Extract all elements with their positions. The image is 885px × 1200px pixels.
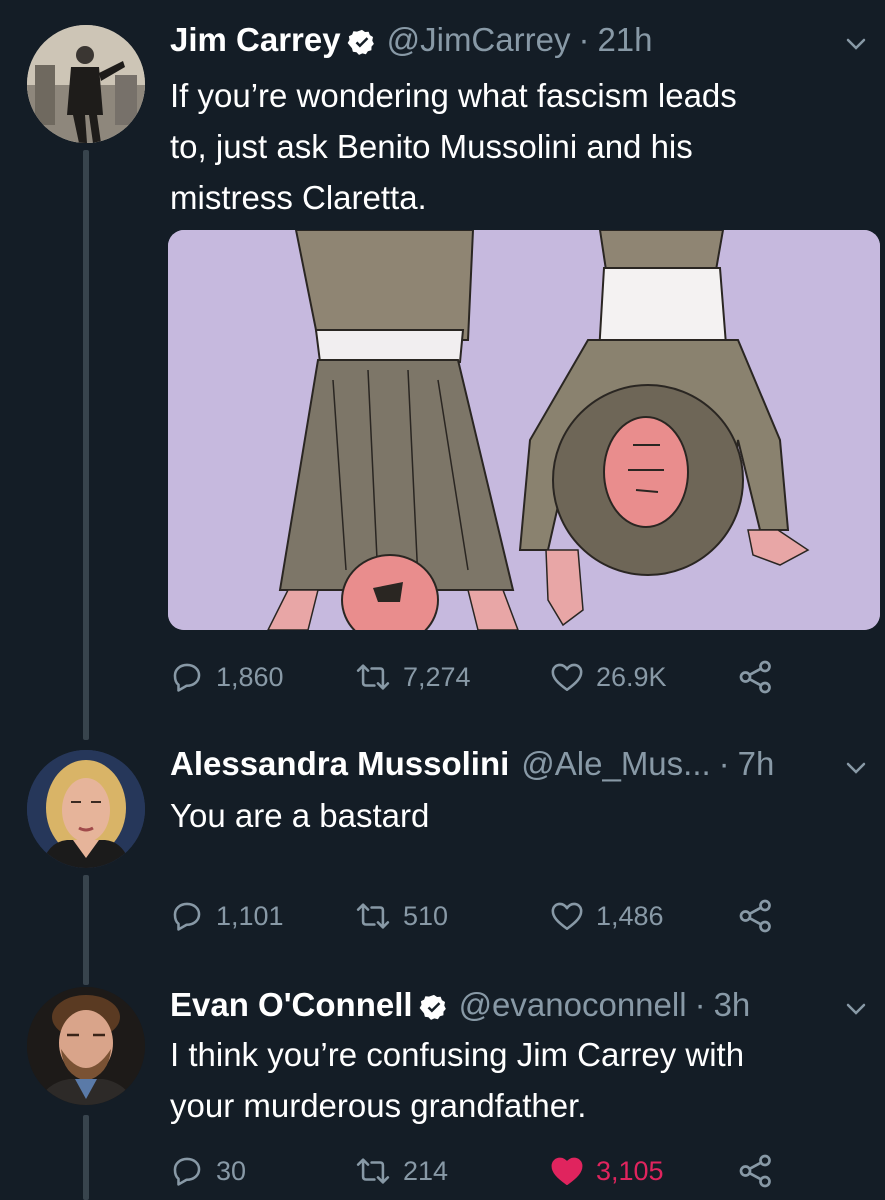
reply-count: 1,101 <box>216 900 284 931</box>
reply-count: 1,860 <box>216 661 284 692</box>
avatar[interactable] <box>27 25 145 143</box>
verified-badge-icon <box>419 990 449 1020</box>
retweet-icon <box>356 903 390 929</box>
tweet-jim-carrey[interactable]: Jim Carrey @JimCarrey · 21h If you’re wo… <box>0 0 885 720</box>
share-icon[interactable] <box>738 1153 774 1189</box>
tweet-text-line: your murderous grandfather. <box>170 1087 587 1124</box>
avatar-image <box>27 25 145 143</box>
reply-button[interactable]: 30 <box>170 1151 246 1191</box>
like-icon <box>551 902 583 931</box>
like-icon <box>551 1157 583 1186</box>
tweet-text-line: If you’re wondering what fascism leads <box>170 77 737 114</box>
tweet-text-line: to, just ask Benito Mussolini and his <box>170 128 693 165</box>
timestamp[interactable]: 7h <box>738 742 775 786</box>
timestamp[interactable]: 3h <box>714 983 751 1027</box>
like-count: 26.9K <box>596 661 667 692</box>
tweet-actions: 30 214 3,105 <box>170 1151 810 1191</box>
chevron-down-icon[interactable] <box>845 33 867 55</box>
tweet-media-image[interactable] <box>168 230 880 630</box>
display-name[interactable]: Evan O'Connell <box>170 983 413 1027</box>
tweet-header: Jim Carrey @JimCarrey · 21h <box>170 18 825 62</box>
avatar-image <box>27 987 145 1105</box>
tweet-text: You are a bastard <box>170 790 860 841</box>
reply-count: 30 <box>216 1155 247 1186</box>
like-count: 3,105 <box>596 1155 664 1186</box>
retweet-count: 214 <box>403 1155 449 1186</box>
like-icon <box>551 663 583 692</box>
like-button[interactable]: 3,105 <box>550 1151 664 1191</box>
handle[interactable]: @Ale_Mus... <box>521 742 710 786</box>
separator: · <box>718 745 730 782</box>
timestamp[interactable]: 21h <box>597 18 652 62</box>
display-name[interactable]: Alessandra Mussolini <box>170 742 509 786</box>
display-name[interactable]: Jim Carrey <box>170 18 341 62</box>
avatar[interactable] <box>27 750 145 868</box>
retweet-count: 7,274 <box>403 661 471 692</box>
reply-icon <box>173 663 201 692</box>
tweet-actions: 1,860 7,274 26.9K <box>170 657 810 697</box>
tweet-header: Evan O'Connell @evanoconnell · 3h <box>170 983 825 1027</box>
reply-button[interactable]: 1,860 <box>170 657 284 697</box>
like-button[interactable]: 26.9K <box>550 657 667 697</box>
tweet-evan-oconnell[interactable]: Evan O'Connell @evanoconnell · 3h I thin… <box>0 975 885 1200</box>
retweet-button[interactable]: 510 <box>355 896 448 936</box>
tweet-text-line: mistress Claretta. <box>170 179 427 216</box>
handle[interactable]: @JimCarrey <box>387 18 571 62</box>
retweet-count: 510 <box>403 900 449 931</box>
illustration <box>168 230 880 630</box>
share-icon[interactable] <box>738 898 774 934</box>
separator: · <box>578 21 590 58</box>
reply-button[interactable]: 1,101 <box>170 896 284 936</box>
chevron-down-icon[interactable] <box>845 757 867 779</box>
reply-icon <box>173 1157 201 1186</box>
tweet-text: If you’re wondering what fascism leads t… <box>170 70 860 223</box>
separator: · <box>694 986 706 1023</box>
tweet-actions: 1,101 510 1,486 <box>170 896 810 936</box>
retweet-button[interactable]: 214 <box>355 1151 448 1191</box>
retweet-button[interactable]: 7,274 <box>355 657 471 697</box>
chevron-down-icon[interactable] <box>845 998 867 1020</box>
avatar[interactable] <box>27 987 145 1105</box>
share-icon[interactable] <box>738 659 774 695</box>
tweet-alessandra-mussolini[interactable]: Alessandra Mussolini @Ale_Mus... · 7h Yo… <box>0 720 885 975</box>
tweet-text-line: I think you’re confusing Jim Carrey with <box>170 1036 745 1073</box>
reply-icon <box>173 902 201 931</box>
tweet-header: Alessandra Mussolini @Ale_Mus... · 7h <box>170 742 825 786</box>
like-count: 1,486 <box>596 900 664 931</box>
tweet-text-line: You are a bastard <box>170 797 430 834</box>
retweet-icon <box>356 664 390 690</box>
verified-badge-icon <box>347 25 377 55</box>
avatar-image <box>27 750 145 868</box>
handle[interactable]: @evanoconnell <box>459 983 687 1027</box>
retweet-icon <box>356 1158 390 1184</box>
like-button[interactable]: 1,486 <box>550 896 664 936</box>
tweet-text: I think you’re confusing Jim Carrey with… <box>170 1029 860 1131</box>
